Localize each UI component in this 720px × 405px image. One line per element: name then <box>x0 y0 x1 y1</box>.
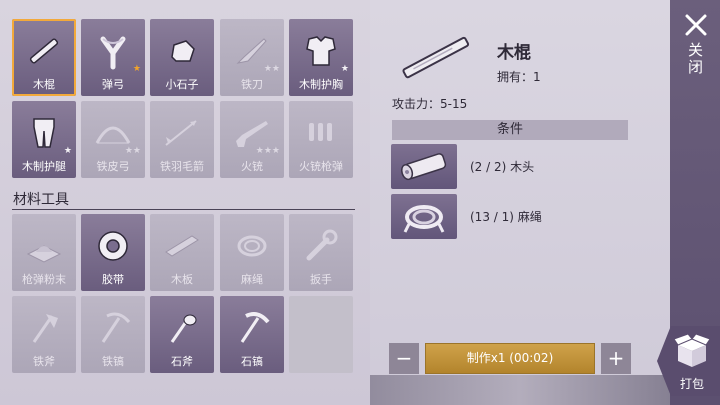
recipe-slot[interactable]: 铁羽毛箭 <box>150 101 214 178</box>
iron-arrow-icon <box>162 113 202 153</box>
material-slot[interactable]: 石镐 <box>220 296 284 373</box>
recipe-slot[interactable]: ★★ 铁刀 <box>220 19 284 96</box>
stick-icon <box>24 31 64 71</box>
material-slot[interactable]: 扳手 <box>289 214 353 291</box>
slot-label: 木制护胸 <box>299 78 343 91</box>
rope-icon <box>391 194 457 239</box>
stone-axe-icon <box>162 308 202 348</box>
stick-icon <box>395 28 477 88</box>
pack-label: 打包 <box>679 377 704 391</box>
rarity-stars: ★ <box>132 64 141 74</box>
musket-ammo-icon <box>301 113 341 153</box>
slot-label: 铁羽毛箭 <box>160 160 204 173</box>
slot-label: 火铳 <box>241 160 263 173</box>
attack-stat: 攻击力：5-15 <box>392 97 468 111</box>
slot-label: 木板 <box>171 273 193 286</box>
item-name: 木棍 <box>497 43 531 63</box>
close-icon[interactable] <box>683 12 709 38</box>
slot-label: 弹弓 <box>102 78 124 91</box>
slot-label: 铁皮弓 <box>96 160 130 173</box>
requirement-rope: (13 / 1) 麻绳 <box>470 210 542 224</box>
slot-label: 木棍 <box>33 78 55 91</box>
wooden-leggings-icon <box>24 113 64 153</box>
wooden-chestplate-icon <box>301 31 341 71</box>
material-slot[interactable]: 木板 <box>150 214 214 291</box>
slot-label: 枪弹粉末 <box>22 273 66 286</box>
rarity-stars: ★ <box>340 64 349 74</box>
close-button-label[interactable]: 关闭 <box>686 42 706 76</box>
material-slot[interactable]: 枪弹粉末 <box>12 214 76 291</box>
slot-label: 铁镐 <box>102 355 124 368</box>
iron-pickaxe-icon <box>93 308 133 348</box>
background-scene <box>370 375 670 405</box>
material-slot[interactable]: 胶带 <box>81 214 145 291</box>
pebble-icon <box>162 31 202 71</box>
box-icon <box>672 333 712 369</box>
slot-label: 火铳枪弹 <box>299 160 343 173</box>
iron-axe-icon <box>24 308 64 348</box>
rarity-stars: ★★ <box>263 64 280 74</box>
rope-icon <box>232 226 272 266</box>
section-divider <box>12 209 355 210</box>
slot-label: 石斧 <box>171 355 193 368</box>
craft-button[interactable]: 制作x1 (00:02) <box>425 343 595 374</box>
requirement-wood: (2 / 2) 木头 <box>470 160 535 174</box>
recipe-slot[interactable]: 木棍 <box>12 19 76 96</box>
slot-label: 木制护腿 <box>22 160 66 173</box>
plank-icon <box>162 226 202 266</box>
material-slot <box>289 296 353 373</box>
decrease-button[interactable]: − <box>389 343 419 374</box>
recipe-slot[interactable]: 火铳枪弹 <box>289 101 353 178</box>
recipe-slot[interactable]: ★★★ 火铳 <box>220 101 284 178</box>
material-slot[interactable]: 石斧 <box>150 296 214 373</box>
slot-label: 铁刀 <box>241 78 263 91</box>
recipe-slot[interactable]: 小石子 <box>150 19 214 96</box>
slot-label: 麻绳 <box>241 273 263 286</box>
slot-label: 石镐 <box>241 355 263 368</box>
gunpowder-icon <box>24 226 64 266</box>
rarity-stars: ★★ <box>124 146 141 156</box>
slingshot-icon <box>93 31 133 71</box>
material-slot[interactable]: 铁镐 <box>81 296 145 373</box>
recipe-slot[interactable]: ★ 木制护胸 <box>289 19 353 96</box>
increase-button[interactable]: + <box>601 343 631 374</box>
slot-label: 铁斧 <box>33 355 55 368</box>
owned-count: 拥有：1 <box>497 70 541 84</box>
material-slot[interactable]: 铁斧 <box>12 296 76 373</box>
tape-icon <box>93 226 133 266</box>
materials-section-title: 材料工具 <box>13 192 69 208</box>
rarity-stars: ★★★ <box>255 146 280 156</box>
slot-label: 胶带 <box>102 273 124 286</box>
wood-log-icon <box>391 144 457 189</box>
recipe-slot[interactable]: ★ 弹弓 <box>81 19 145 96</box>
wrench-icon <box>301 226 341 266</box>
conditions-header: 条件 <box>392 120 628 140</box>
rarity-stars: ★ <box>63 146 72 156</box>
recipe-slot[interactable]: ★ 木制护腿 <box>12 101 76 178</box>
slot-label: 小石子 <box>165 78 199 91</box>
stone-pickaxe-icon <box>232 308 272 348</box>
material-slot[interactable]: 麻绳 <box>220 214 284 291</box>
slot-label: 扳手 <box>310 273 332 286</box>
recipe-slot[interactable]: ★★ 铁皮弓 <box>81 101 145 178</box>
